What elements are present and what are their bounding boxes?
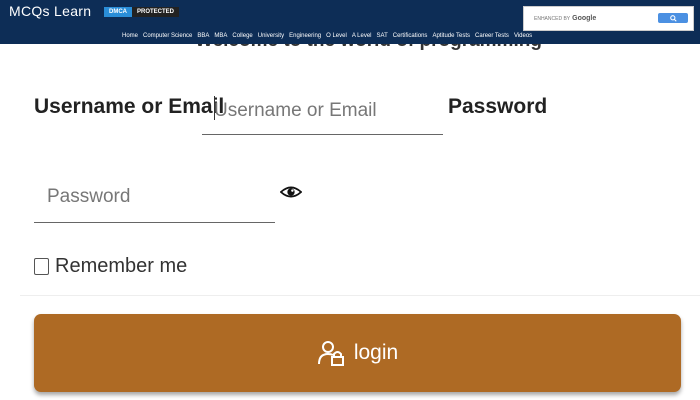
eye-icon[interactable] [280,183,302,201]
main-nav: Home Computer Science BBA MBA College Univers… [122,33,532,39]
dmca-badge[interactable]: DMCA PROTECTED [104,7,180,17]
search-button[interactable] [658,13,688,23]
remember-me[interactable]: Remember me [34,255,187,278]
search-icon [669,14,677,22]
username-input[interactable] [202,88,443,135]
nav-item-a-level[interactable]: A Level [352,33,372,39]
nav-item-mba[interactable]: MBA [214,33,227,39]
password-input[interactable] [34,172,275,223]
remember-checkbox[interactable] [34,258,49,275]
username-label: Username or Email [34,95,225,118]
nav-item-o-level[interactable]: O Level [326,33,347,39]
google-search-box[interactable]: ENHANCED BY Google [523,6,694,31]
nav-item-videos[interactable]: Videos [514,33,532,39]
google-text: Google [572,15,597,22]
nav-item-computer-science[interactable]: Computer Science [143,33,192,39]
nav-item-university[interactable]: University [258,33,284,39]
enhanced-by-text: ENHANCED BY [534,15,571,22]
nav-item-aptitude-tests[interactable]: Aptitude Tests [432,33,470,39]
nav-item-home[interactable]: Home [122,33,138,39]
search-input[interactable]: ENHANCED BY Google [534,15,596,22]
nav-item-certifications[interactable]: Certifications [393,33,428,39]
dmca-label: DMCA [104,7,132,17]
user-lock-icon [317,341,344,366]
protected-label: PROTECTED [132,7,180,17]
nav-item-sat[interactable]: SAT [377,33,388,39]
nav-item-engineering[interactable]: Engineering [289,33,321,39]
site-logo[interactable]: MCQs Learn [9,3,91,19]
divider [20,295,700,296]
remember-label: Remember me [55,255,188,277]
nav-item-bba[interactable]: BBA [197,33,209,39]
password-label: Password [448,95,548,118]
top-header: MCQs Learn DMCA PROTECTED ENHANCED BY Go… [0,0,700,44]
nav-item-college[interactable]: College [232,33,252,39]
text-caret [214,96,215,120]
nav-item-career-tests[interactable]: Career Tests [475,33,509,39]
login-button[interactable]: login [34,314,681,392]
login-label: login [353,341,399,364]
